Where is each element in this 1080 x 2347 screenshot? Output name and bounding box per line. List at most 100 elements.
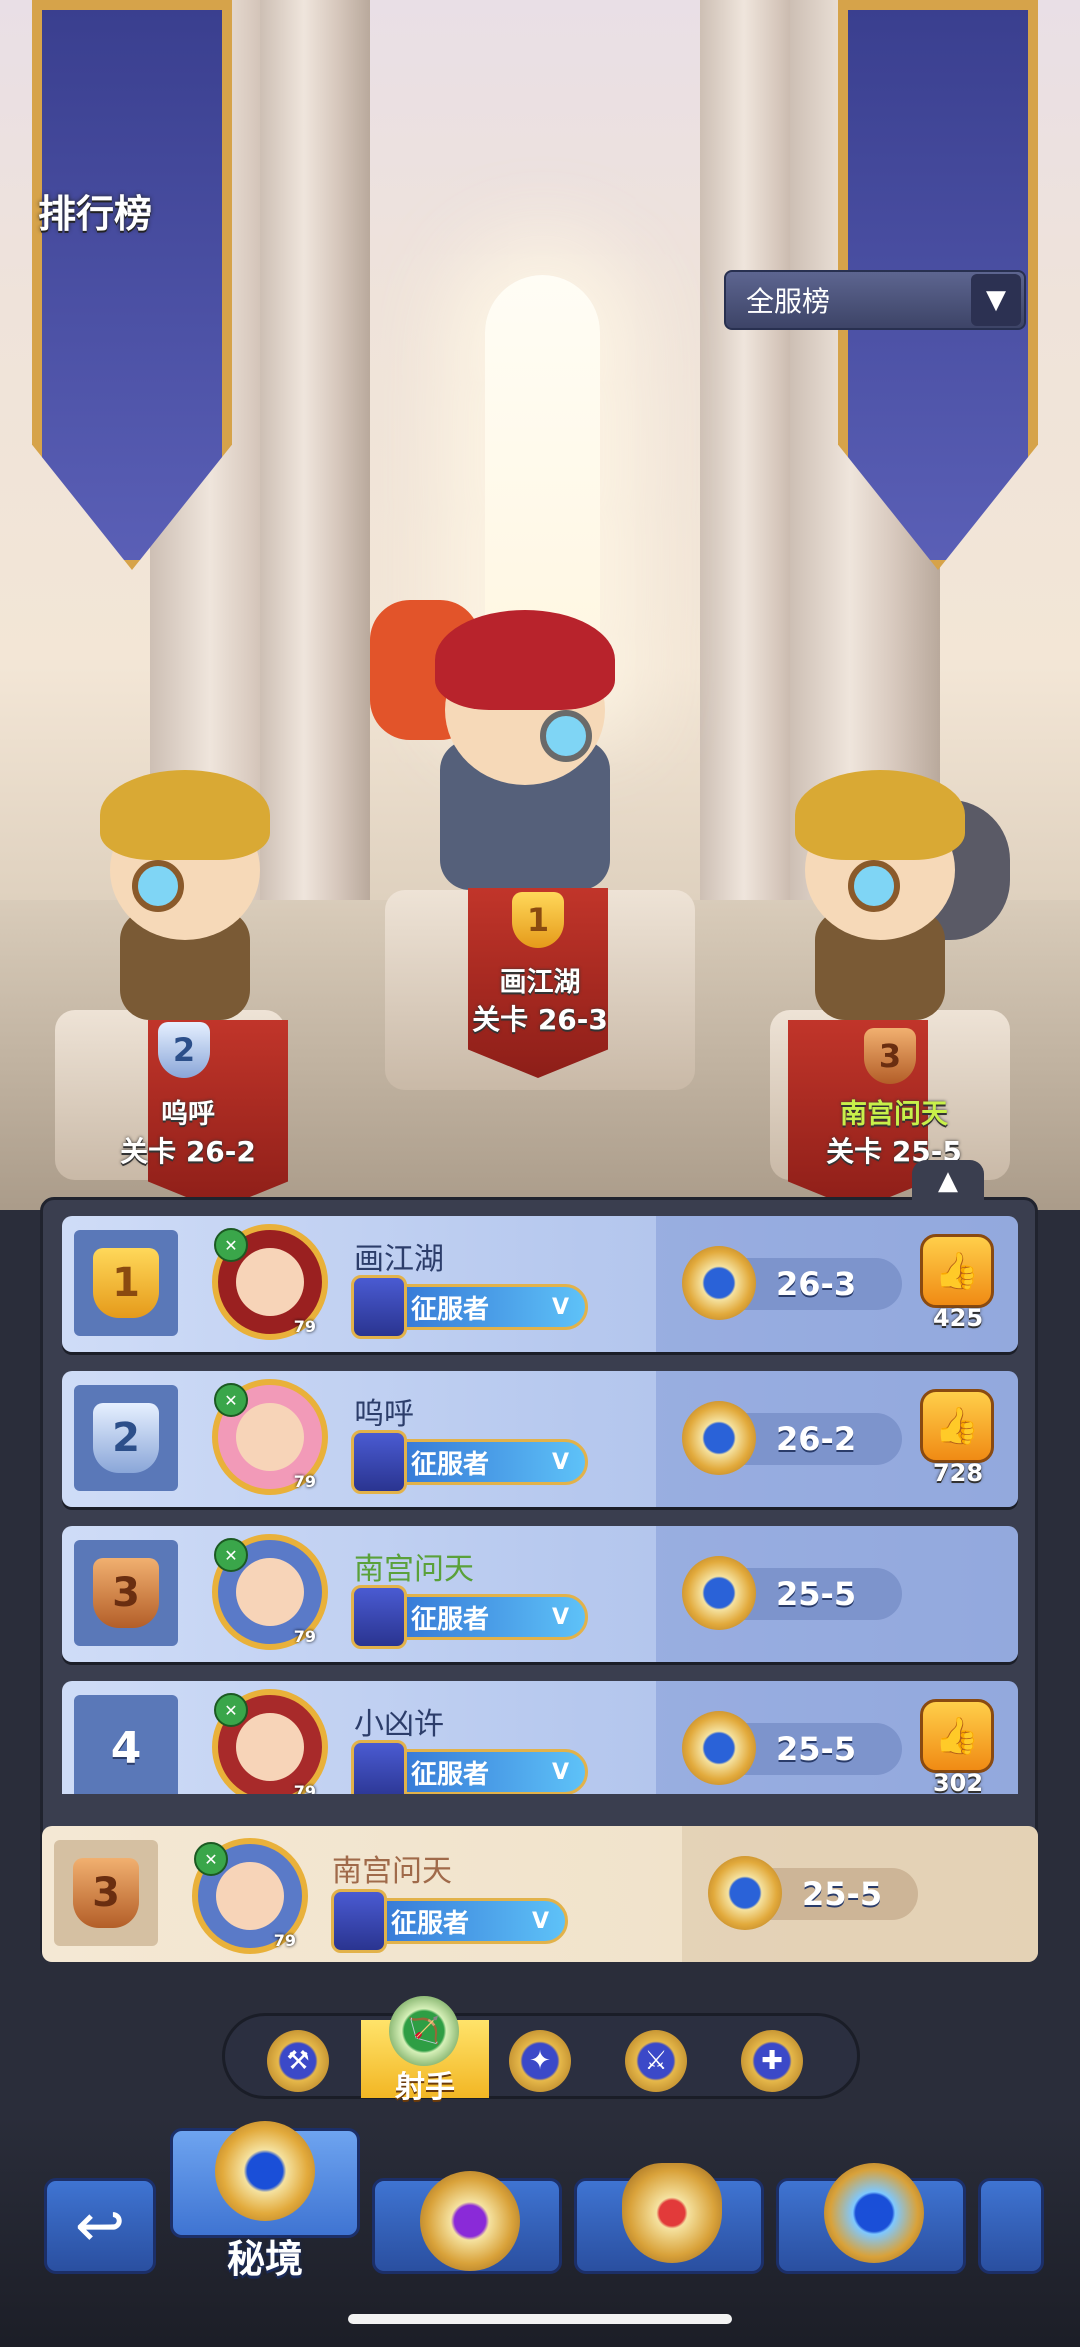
avatar-level: 79 bbox=[293, 1627, 316, 1646]
avatar[interactable]: ✕ 79 bbox=[212, 1689, 328, 1794]
title-emblem-icon bbox=[351, 1740, 407, 1794]
avatar[interactable]: ✕ 79 bbox=[212, 1534, 328, 1650]
podium-medal-1: 1 bbox=[512, 892, 564, 948]
player-name: 画江湖 bbox=[354, 1242, 444, 1277]
podium-stage-1: 关卡 26-3 bbox=[472, 1003, 608, 1036]
avatar-face bbox=[236, 1248, 304, 1316]
server-filter-value: 全服榜 bbox=[746, 285, 831, 318]
rank-cell: 3 bbox=[74, 1540, 178, 1646]
rank-cell: 1 bbox=[74, 1230, 178, 1336]
dagger-icon[interactable]: ⚔ bbox=[625, 2030, 687, 2092]
title-text: 征服者 bbox=[391, 1908, 470, 1939]
staff-icon[interactable]: ✦ bbox=[509, 2030, 571, 2092]
table-row[interactable]: 1 ✕ 79 画江湖 征服者 V 26-3 👍 425 bbox=[62, 1216, 1018, 1352]
podium-name-2: 呜呼 bbox=[161, 1099, 215, 1130]
title-emblem-icon bbox=[351, 1275, 407, 1339]
table-row[interactable]: 2 ✕ 79 呜呼 征服者 V 26-2 👍 728 bbox=[62, 1371, 1018, 1507]
stage-emblem-icon bbox=[682, 1711, 756, 1785]
rank-medal-icon: 2 bbox=[93, 1403, 159, 1473]
stage-value: 25-5 bbox=[768, 1868, 918, 1920]
avatar-level: 79 bbox=[293, 1782, 316, 1794]
chevron-down-icon[interactable]: ▼ bbox=[971, 274, 1021, 326]
nav-tab-4[interactable] bbox=[776, 2163, 966, 2274]
like-button[interactable]: 👍 302 bbox=[920, 1699, 996, 1794]
thumbs-up-icon[interactable]: 👍 bbox=[920, 1389, 994, 1463]
cross-icon[interactable]: ✚ bbox=[741, 2030, 803, 2092]
avatar[interactable]: ✕ 79 bbox=[212, 1379, 328, 1495]
title-text: 征服者 bbox=[411, 1294, 490, 1325]
class-tab-label[interactable]: 射手 bbox=[361, 2062, 489, 2106]
like-count: 728 bbox=[932, 1459, 984, 1487]
page-title: 排行榜 bbox=[38, 192, 153, 236]
stage-value: 25-5 bbox=[742, 1723, 902, 1775]
podium-name-3: 南宫问天 bbox=[840, 1099, 948, 1130]
podium-medal-2: 2 bbox=[158, 1022, 210, 1078]
player-name: 南宫问天 bbox=[354, 1552, 474, 1587]
like-button[interactable]: 👍 425 bbox=[920, 1234, 996, 1332]
server-filter-dropdown[interactable]: 全服榜 ▼ bbox=[724, 270, 1026, 330]
avatar-level: 79 bbox=[273, 1931, 296, 1950]
rank-medal-icon: 1 bbox=[93, 1248, 159, 1318]
hero-rank-1[interactable] bbox=[360, 560, 690, 900]
podium-medal-3: 3 bbox=[864, 1028, 916, 1084]
stage-value: 25-5 bbox=[742, 1568, 902, 1620]
class-filter-bar: ⚒ 🏹 射手 ✦ ⚔ ✚ bbox=[222, 1996, 860, 2105]
nav-tab-5[interactable] bbox=[978, 2178, 1044, 2274]
stage-emblem-icon bbox=[708, 1856, 782, 1930]
rank-cell: 3 bbox=[54, 1840, 158, 1946]
avatar[interactable]: ✕ 79 bbox=[192, 1838, 308, 1954]
title-badge: 征服者 V bbox=[351, 1585, 588, 1649]
title-tag: V bbox=[551, 1449, 569, 1475]
title-emblem-icon bbox=[331, 1889, 387, 1953]
hero-rank-3[interactable] bbox=[760, 760, 1010, 1030]
rank-number: 4 bbox=[110, 1722, 142, 1774]
nav-tab-2[interactable] bbox=[372, 2171, 562, 2274]
avatar-level: 79 bbox=[293, 1472, 316, 1491]
title-emblem-icon bbox=[351, 1585, 407, 1649]
nav-tab-3[interactable] bbox=[574, 2163, 764, 2274]
my-rank-row[interactable]: 3 ✕ 79 南宫问天 征服者 V 25-5 bbox=[42, 1826, 1038, 1962]
title-badge: 征服者 V bbox=[351, 1275, 588, 1339]
nav-tab-label: 秘境 bbox=[226, 2237, 303, 2281]
title-badge: 征服者 V bbox=[331, 1889, 568, 1953]
thumbs-up-icon[interactable]: 👍 bbox=[920, 1699, 994, 1773]
player-name: 小凶许 bbox=[354, 1707, 444, 1742]
leaderboard-list[interactable]: 1 ✕ 79 画江湖 征服者 V 26-3 👍 425 2 ✕ 79 呜呼 征服… bbox=[62, 1216, 1018, 1794]
stage-value: 26-3 bbox=[742, 1258, 902, 1310]
bow-icon[interactable]: 🏹 bbox=[389, 1996, 459, 2066]
class-badge-icon: ✕ bbox=[194, 1842, 228, 1876]
avatar-face bbox=[236, 1558, 304, 1626]
table-row[interactable]: 3 ✕ 79 南宫问天 征服者 V 25-5 bbox=[62, 1526, 1018, 1662]
rank-medal-icon: 3 bbox=[93, 1558, 159, 1628]
collapse-icon[interactable]: ▲ bbox=[912, 1160, 984, 1202]
table-row[interactable]: 4 ✕ 79 小凶许 征服者 V 25-5 👍 302 bbox=[62, 1681, 1018, 1794]
class-badge-icon: ✕ bbox=[214, 1538, 248, 1572]
crown-emblem-icon bbox=[622, 2163, 722, 2263]
avatar-level: 79 bbox=[293, 1317, 316, 1336]
stage-emblem-icon bbox=[682, 1556, 756, 1630]
avatar[interactable]: ✕ 79 bbox=[212, 1224, 328, 1340]
rank-cell: 2 bbox=[74, 1385, 178, 1491]
like-button[interactable]: 👍 728 bbox=[920, 1389, 996, 1487]
class-badge-icon: ✕ bbox=[214, 1383, 248, 1417]
avatar-face bbox=[236, 1713, 304, 1781]
like-count: 302 bbox=[932, 1769, 984, 1794]
avatar-face bbox=[216, 1862, 284, 1930]
title-tag: V bbox=[551, 1604, 569, 1630]
axe-icon[interactable]: ⚒ bbox=[267, 2030, 329, 2092]
nav-tab-secret-realm[interactable] bbox=[170, 2121, 360, 2238]
hero-rank-2[interactable] bbox=[70, 760, 300, 1030]
title-text: 征服者 bbox=[411, 1604, 490, 1635]
title-tag: V bbox=[551, 1294, 569, 1320]
back-button[interactable]: ↩ bbox=[44, 2178, 156, 2274]
rank-cell: 4 bbox=[74, 1695, 178, 1794]
title-emblem-icon bbox=[351, 1430, 407, 1494]
title-badge: 征服者 V bbox=[351, 1740, 588, 1794]
purple-emblem-icon bbox=[420, 2171, 520, 2271]
star-emblem-icon bbox=[824, 2163, 924, 2263]
podium-stage-2: 关卡 26-2 bbox=[120, 1135, 256, 1168]
thumbs-up-icon[interactable]: 👍 bbox=[920, 1234, 994, 1308]
title-badge: 征服者 V bbox=[351, 1430, 588, 1494]
home-indicator bbox=[348, 2314, 732, 2324]
podium-name-1: 画江湖 bbox=[499, 967, 581, 998]
